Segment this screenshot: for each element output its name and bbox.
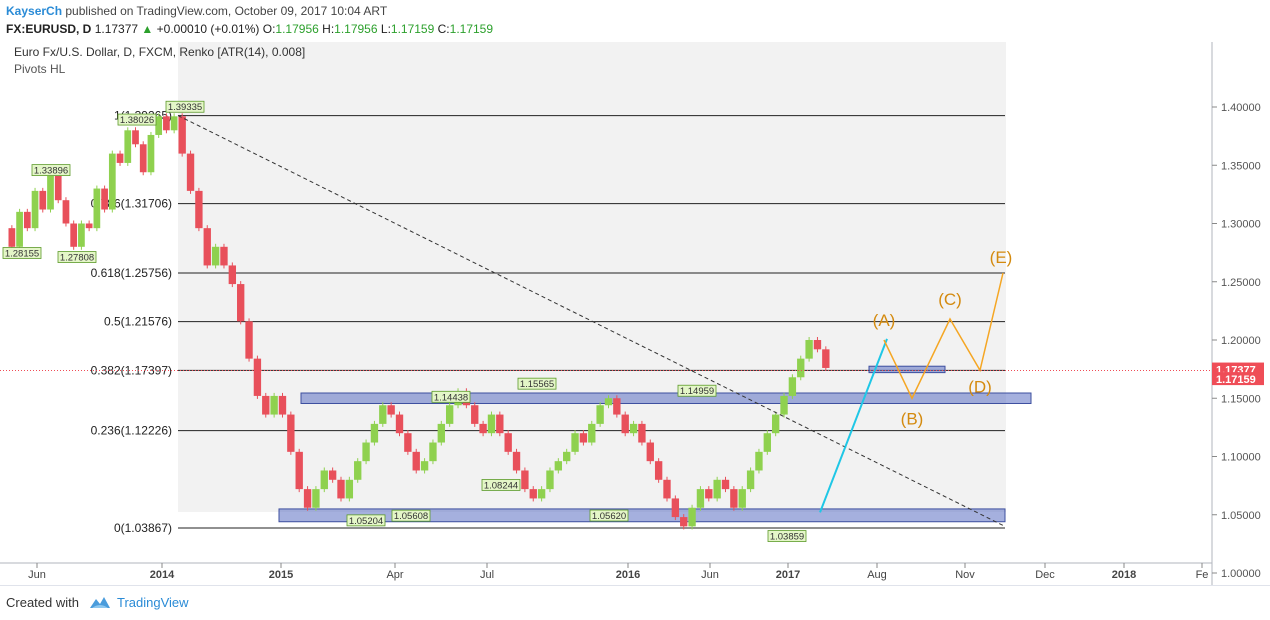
close-label: C: <box>437 22 450 36</box>
symbol-name[interactable]: FX:EURUSD, D <box>6 22 91 36</box>
change-up-icon: ▲ <box>141 22 154 36</box>
pivot-label: 1.33896 <box>34 166 68 177</box>
y-tick-label: 1.35000 <box>1221 160 1261 172</box>
fib-label: 0.236(1.12226) <box>91 424 172 438</box>
open-label: O: <box>262 22 276 36</box>
pivot-label: 1.14438 <box>434 392 468 403</box>
support-zone-rect[interactable] <box>868 365 946 374</box>
fib-label: 0(1.03867) <box>114 521 172 535</box>
x-tick-label: 2015 <box>269 569 293 581</box>
x-tick-label: Dec <box>1035 569 1055 581</box>
pivot-label: 1.27808 <box>60 253 94 264</box>
symbol-line: FX:EURUSD, D 1.17377 ▲ +0.00010 (+0.01%)… <box>6 22 493 36</box>
footer: Created with TradingView <box>0 585 1270 620</box>
x-tick-label: Apr <box>386 569 403 581</box>
tradingview-link[interactable]: TradingView <box>117 595 189 610</box>
wave-label: (D) <box>968 377 992 396</box>
y-tick-label: 1.25000 <box>1221 277 1261 289</box>
pivot-label: 1.03859 <box>770 532 804 543</box>
pivot-label: 1.28155 <box>5 248 39 259</box>
x-tick-label: Fe <box>1196 569 1209 581</box>
published-text: published on TradingView.com, October 09… <box>65 4 388 18</box>
pivot-label: 1.08244 <box>484 480 518 491</box>
y-tick-label: 1.30000 <box>1221 219 1261 231</box>
x-tick-label: 2016 <box>616 569 640 581</box>
x-tick-label: 2017 <box>776 569 800 581</box>
low-value: 1.17159 <box>390 22 435 36</box>
x-tick-label: 2014 <box>150 569 175 581</box>
price-tag-label: 1.17159 <box>1216 374 1256 386</box>
last-price: 1.17377 <box>94 22 139 36</box>
y-tick-label: 1.15000 <box>1221 393 1261 405</box>
legend-main[interactable]: Euro Fx/U.S. Dollar, D, FXCM, Renko [ATR… <box>14 45 305 59</box>
pivot-label: 1.15565 <box>520 379 554 390</box>
low-label: L: <box>380 22 391 36</box>
support-zone-rect[interactable] <box>300 392 1032 404</box>
wave-label: (E) <box>990 248 1013 267</box>
pivot-label: 1.14959 <box>680 386 714 397</box>
support-zone-rect[interactable] <box>278 508 1006 523</box>
x-tick-label: Jun <box>701 569 719 581</box>
high-label: H: <box>322 22 335 36</box>
wave-label: (C) <box>938 290 962 309</box>
fib-label: 0.618(1.25756) <box>91 266 172 280</box>
publish-line: KayserCh published on TradingView.com, O… <box>6 4 387 18</box>
x-tick-label: Nov <box>955 569 975 581</box>
wave-label: (B) <box>901 409 924 428</box>
y-tick-label: 1.20000 <box>1221 335 1261 347</box>
high-value: 1.17956 <box>334 22 378 36</box>
y-tick-label: 1.00000 <box>1221 568 1261 580</box>
wave-label: (A) <box>873 311 896 330</box>
chart-header: KayserCh published on TradingView.com, O… <box>0 0 1270 42</box>
x-tick-label: Aug <box>867 569 887 581</box>
price-tags: 1.173771.17159 <box>1212 362 1264 386</box>
created-with-text: Created with <box>6 595 79 610</box>
close-value: 1.17159 <box>449 22 494 36</box>
x-tick-label: Jun <box>28 569 46 581</box>
x-tick-label: 2018 <box>1112 569 1136 581</box>
pivot-label: 1.05620 <box>592 511 626 522</box>
chart-area[interactable]: 1(1.39265)0.786(1.31706)0.618(1.25756)0.… <box>0 42 1270 585</box>
x-tick-label: Jul <box>480 569 494 581</box>
pivot-label: 1.05204 <box>349 516 383 527</box>
price-axis[interactable] <box>1212 42 1270 585</box>
y-tick-label: 1.05000 <box>1221 510 1261 522</box>
pivot-label: 1.39335 <box>168 102 202 113</box>
y-tick-label: 1.40000 <box>1221 102 1261 114</box>
chart-svg[interactable]: 1(1.39265)0.786(1.31706)0.618(1.25756)0.… <box>0 42 1270 585</box>
author-link[interactable]: KayserCh <box>6 4 62 18</box>
pivot-label: 1.05608 <box>394 511 428 522</box>
y-tick-label: 1.10000 <box>1221 452 1261 464</box>
fib-label: 0.5(1.21576) <box>104 315 172 329</box>
price-change: +0.00010 (+0.01%) <box>156 22 260 36</box>
tradingview-logo-icon <box>90 597 110 608</box>
open-value: 1.17956 <box>275 22 319 36</box>
pivot-label: 1.38026 <box>120 115 154 126</box>
legend-indicator[interactable]: Pivots HL <box>14 62 66 76</box>
